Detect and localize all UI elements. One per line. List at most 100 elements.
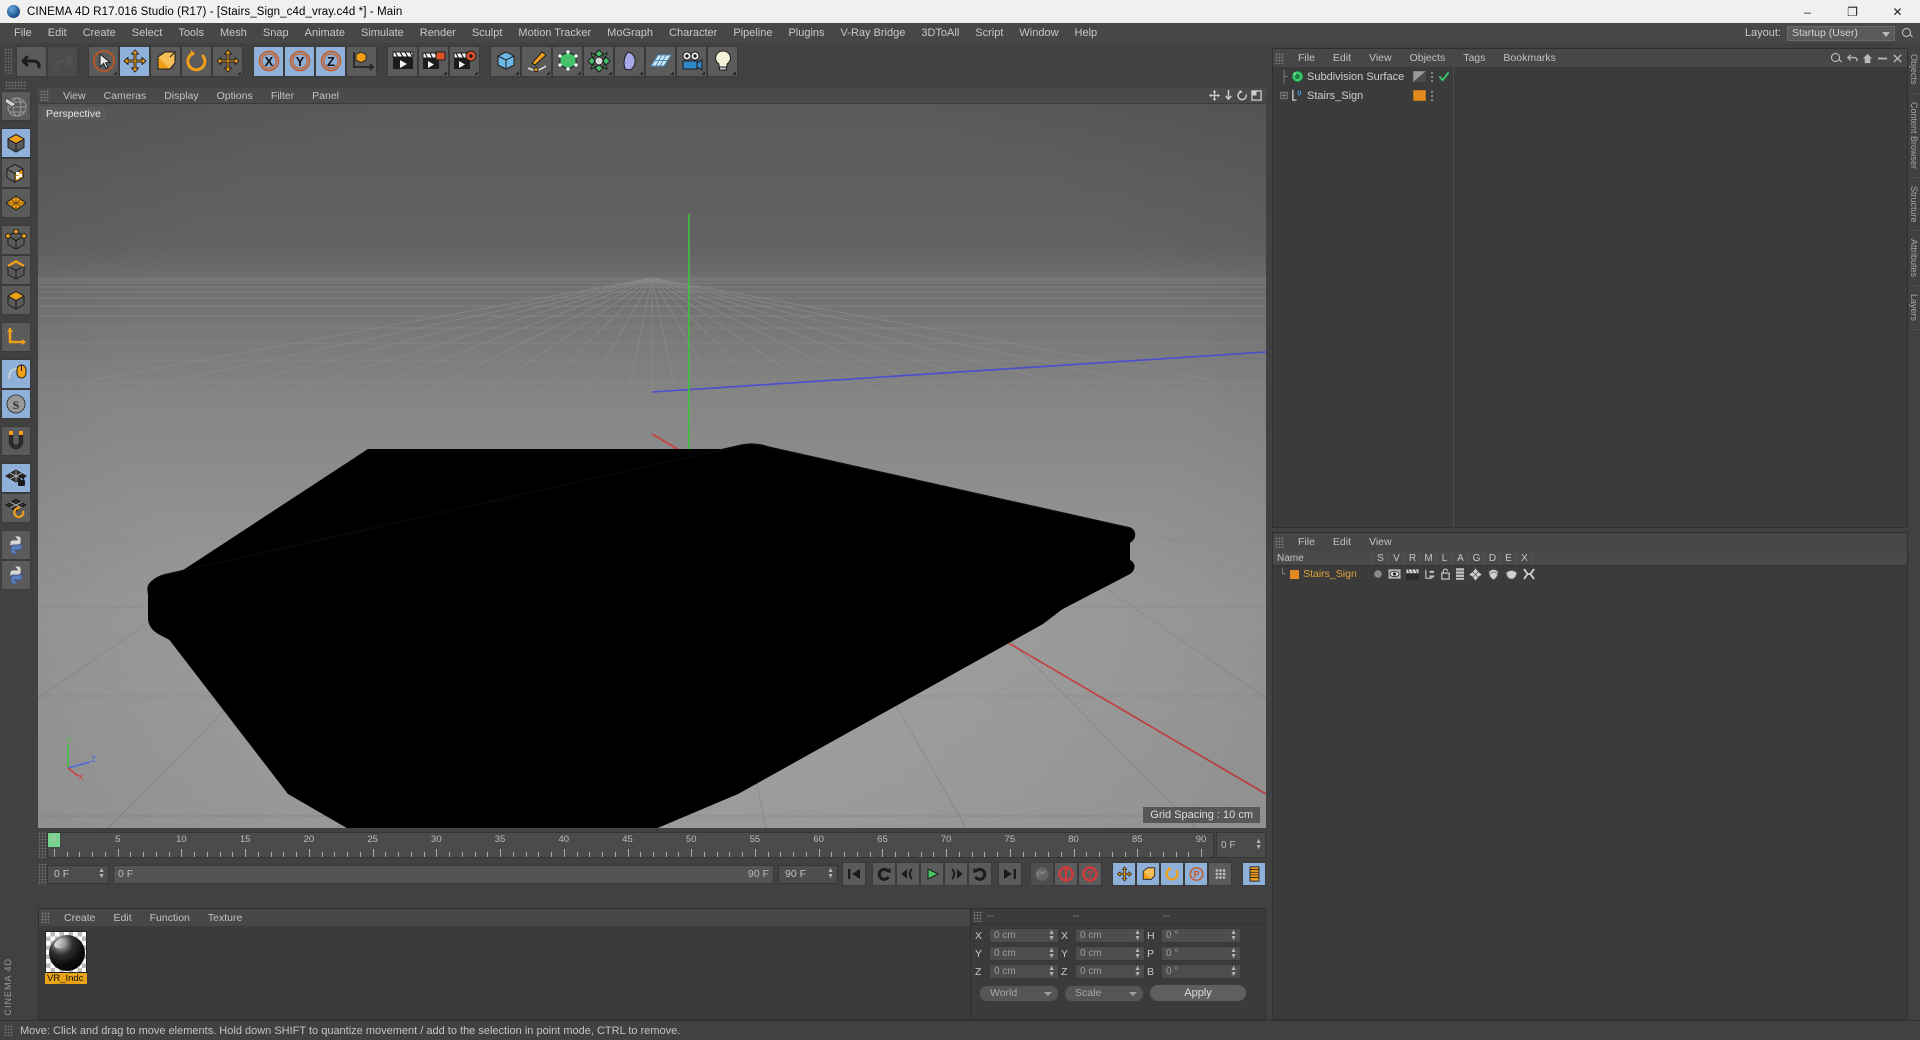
spinner-icon[interactable]: ▲ ▼ (1048, 929, 1055, 942)
lock-z-axis-button[interactable]: Z (315, 45, 346, 77)
menu-sculpt[interactable]: Sculpt (464, 25, 511, 41)
menu-plugins[interactable]: Plugins (780, 25, 832, 41)
spinner-icon[interactable]: ▲ ▼ (1230, 965, 1237, 978)
menu-script[interactable]: Script (967, 25, 1011, 41)
tab-structure[interactable]: Structure (1908, 178, 1920, 232)
world-object-coordinates-button[interactable] (346, 45, 377, 77)
go-to-start-button[interactable] (842, 862, 866, 886)
close-panel-icon[interactable] (1892, 53, 1903, 64)
scale-tool-button[interactable] (150, 45, 181, 77)
go-to-previous-frame-button[interactable] (896, 862, 920, 886)
spinner-icon[interactable]: ▲ ▼ (1048, 947, 1055, 960)
collapse-icon[interactable] (1877, 53, 1888, 64)
live-selection-tool-button[interactable] (88, 45, 119, 77)
menu-animate[interactable]: Animate (297, 25, 353, 41)
viewport-menu-options[interactable]: Options (208, 90, 262, 102)
make-editable-button[interactable] (1, 91, 31, 121)
layer-col-x[interactable]: X (1517, 552, 1533, 564)
viewport-menu-view[interactable]: View (54, 90, 95, 102)
apply-button[interactable]: Apply (1149, 984, 1247, 1002)
axis-modify-button[interactable] (1, 322, 31, 352)
texture-mode-button[interactable] (1, 158, 31, 188)
solo-dot-icon[interactable] (1373, 569, 1383, 579)
preview-range-bar[interactable]: 0 F 90 F (113, 864, 774, 884)
parameter-key-button[interactable]: P (1184, 862, 1208, 886)
points-mode-button[interactable] (1, 225, 31, 255)
deformer-icon[interactable] (1487, 568, 1500, 581)
transform-tool-button[interactable] (212, 45, 243, 77)
timeline-ruler[interactable]: 0 5 10 15 20 25 30 35 40 45 50 55 60 65 70 75 80 85 90 (47, 832, 1214, 858)
python-generator-button[interactable] (1, 560, 31, 590)
rotate-view-icon[interactable] (1237, 90, 1248, 101)
model-mode-button[interactable] (1, 128, 31, 158)
size-y-input[interactable]: 0 cm ▲ ▼ (1075, 946, 1145, 961)
add-spline-button[interactable] (521, 45, 552, 77)
layer-manager-grip[interactable] (1275, 536, 1284, 548)
menu-mesh[interactable]: Mesh (212, 25, 255, 41)
menu-render[interactable]: Render (412, 25, 464, 41)
menu-create[interactable]: Create (75, 25, 124, 41)
tag-dots-icon[interactable] (1431, 71, 1433, 82)
spinner-icon[interactable]: ▲ ▼ (98, 867, 105, 880)
menu-simulate[interactable]: Simulate (353, 25, 412, 41)
layer-col-r[interactable]: R (1405, 552, 1421, 564)
layer-col-a[interactable]: A (1453, 552, 1469, 564)
render-view-button[interactable] (387, 45, 418, 77)
toolbar-grip[interactable] (4, 48, 13, 74)
layer-col-d[interactable]: D (1485, 552, 1501, 564)
animation-bars-icon[interactable] (1455, 568, 1464, 580)
spinner-icon[interactable]: ▲ ▼ (1134, 947, 1141, 960)
pan-view-icon[interactable] (1209, 90, 1220, 101)
object-menu-bookmarks[interactable]: Bookmarks (1494, 52, 1565, 64)
layer-col-v[interactable]: V (1389, 552, 1405, 564)
render-settings-button[interactable] (449, 45, 480, 77)
spinner-icon[interactable]: ▲ ▼ (827, 867, 834, 880)
expression-icon[interactable] (1505, 569, 1518, 580)
object-menu-file[interactable]: File (1289, 52, 1324, 64)
tag-dots-icon[interactable] (1431, 90, 1433, 101)
menu-help[interactable]: Help (1067, 25, 1106, 41)
tree-expand-icon[interactable]: ⊞ (1277, 89, 1291, 102)
search-icon[interactable] (1830, 52, 1843, 65)
loop-playback-button[interactable] (968, 862, 992, 886)
layer-col-s[interactable]: S (1373, 552, 1389, 564)
autokeying-button[interactable] (1054, 862, 1078, 886)
minimize-button[interactable]: – (1785, 0, 1830, 23)
add-deformer-button[interactable] (583, 45, 614, 77)
left-toolbar-grip[interactable] (5, 81, 27, 89)
object-menu-view[interactable]: View (1360, 52, 1401, 64)
menu-snap[interactable]: Snap (255, 25, 297, 41)
snap-magnet-button[interactable] (1, 426, 31, 456)
layer-col-l[interactable]: L (1437, 552, 1453, 564)
position-z-input[interactable]: 0 cm ▲ ▼ (989, 964, 1059, 979)
menu-mograph[interactable]: MoGraph (599, 25, 661, 41)
object-menu-tags[interactable]: Tags (1454, 52, 1494, 64)
transport-grip[interactable] (38, 863, 47, 885)
rotation-key-button[interactable] (1160, 862, 1184, 886)
point-level-animation-button[interactable] (1208, 862, 1232, 886)
add-nurbs-button[interactable] (614, 45, 645, 77)
size-x-input[interactable]: 0 cm ▲ ▼ (1075, 928, 1145, 943)
rotation-h-input[interactable]: 0 ° ▲ ▼ (1161, 928, 1241, 943)
enabled-check-icon[interactable] (1438, 71, 1450, 82)
spinner-icon[interactable]: ▲ ▼ (1230, 947, 1237, 960)
menu-edit[interactable]: Edit (40, 25, 75, 41)
material-manager-grip[interactable] (41, 912, 50, 923)
coordinate-system-dropdown[interactable]: World (979, 984, 1059, 1002)
status-bar-grip[interactable] (4, 1024, 13, 1037)
material-list[interactable]: VR_Indc (39, 926, 989, 989)
keyframe-selection-button[interactable]: ? (1078, 862, 1102, 886)
spinner-icon[interactable]: ▲ ▼ (1230, 929, 1237, 942)
polygons-mode-button[interactable] (1, 285, 31, 315)
spinner-icon[interactable]: ▲ ▼ (1255, 838, 1262, 851)
render-clapper-icon[interactable] (1405, 568, 1419, 580)
layer-color-swatch[interactable] (1290, 569, 1300, 579)
spinner-icon[interactable]: ▲ ▼ (1134, 965, 1141, 978)
add-cube-button[interactable] (490, 45, 521, 77)
material-item[interactable]: VR_Indc (45, 931, 87, 984)
viewport-menu-display[interactable]: Display (155, 90, 207, 102)
tab-layers[interactable]: Layers (1908, 286, 1920, 331)
position-x-input[interactable]: 0 cm ▲ ▼ (989, 928, 1059, 943)
menu-pipeline[interactable]: Pipeline (725, 25, 780, 41)
zoom-view-icon[interactable] (1223, 90, 1234, 101)
